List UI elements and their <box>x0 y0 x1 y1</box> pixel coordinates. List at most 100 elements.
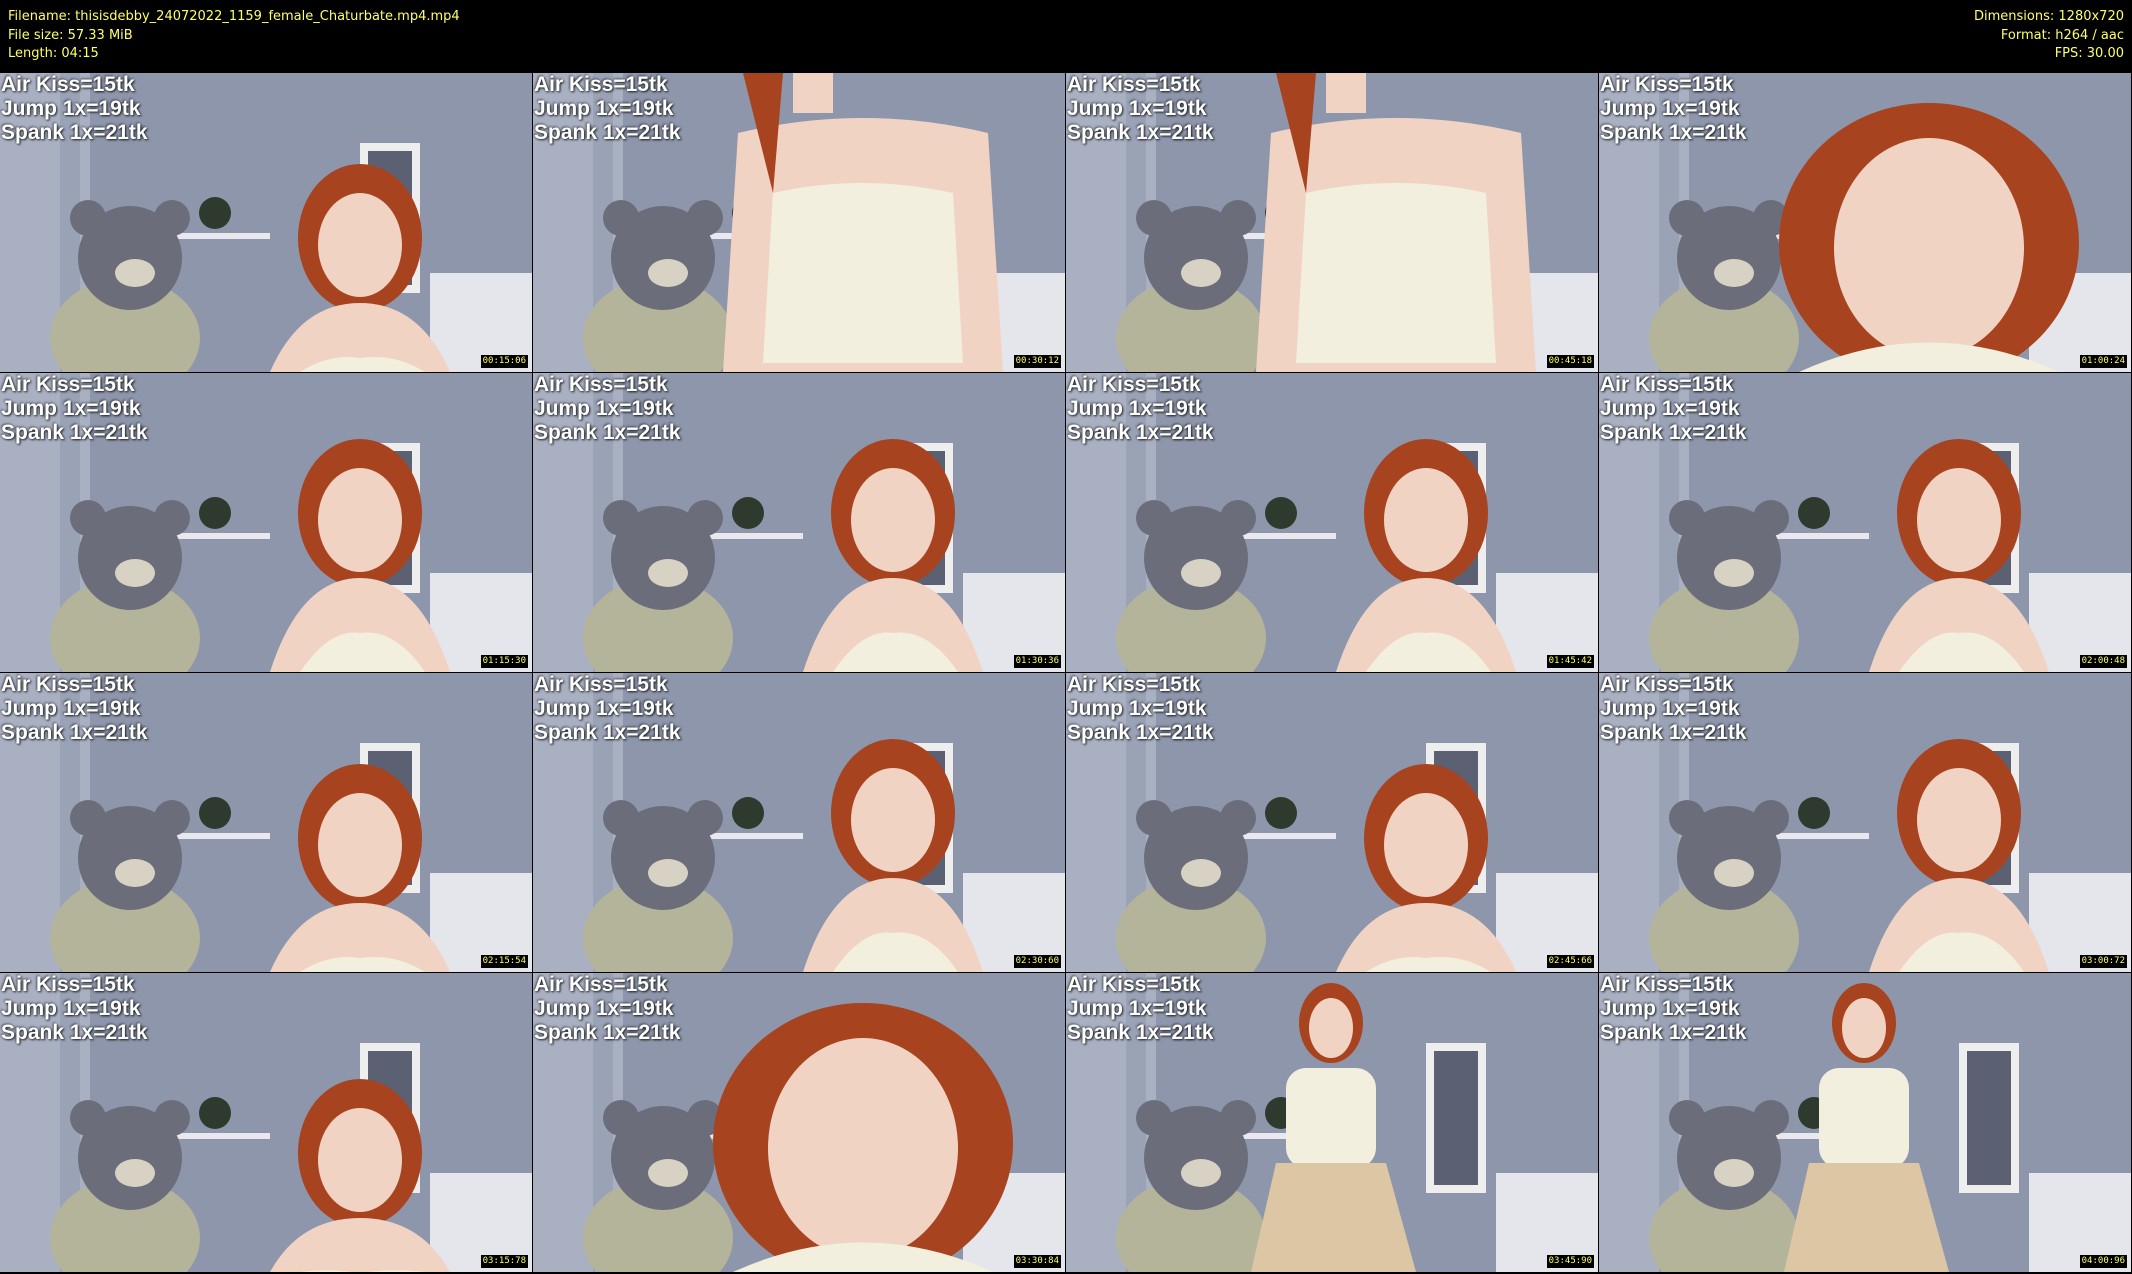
frame-timestamp: 02:00:48 <box>2079 655 2127 668</box>
tip-menu-line: Spank 1x=21tk <box>1067 721 1214 744</box>
tip-menu-line: Air Kiss=15tk <box>1 673 135 696</box>
tip-menu-line: Air Kiss=15tk <box>1067 673 1201 696</box>
tip-menu-line: Air Kiss=15tk <box>1 973 135 996</box>
tip-menu-overlay: Air Kiss=15tk Jump 1x=19tk Spank 1x=21tk <box>1 973 148 1045</box>
tip-menu-overlay: Air Kiss=15tk Jump 1x=19tk Spank 1x=21tk <box>1600 73 1747 145</box>
tip-menu-line: Jump 1x=19tk <box>1600 697 1740 720</box>
tip-menu-line: Spank 1x=21tk <box>1067 421 1214 444</box>
thumbnail-frame[interactable]: Air Kiss=15tk Jump 1x=19tk Spank 1x=21tk 00… <box>533 73 1065 372</box>
tip-menu-line: Air Kiss=15tk <box>1067 73 1201 96</box>
tip-menu-line: Air Kiss=15tk <box>1600 673 1734 696</box>
thumbnail-frame[interactable]: Air Kiss=15tk Jump 1x=19tk Spank 1x=21tk 00… <box>1066 73 1598 372</box>
frame-timestamp: 03:30:84 <box>1013 1255 1061 1268</box>
tip-menu-overlay: Air Kiss=15tk Jump 1x=19tk Spank 1x=21tk <box>1 73 148 145</box>
tip-menu-line: Spank 1x=21tk <box>1600 121 1747 144</box>
tip-menu-line: Spank 1x=21tk <box>1 721 148 744</box>
tip-menu-line: Spank 1x=21tk <box>1067 1021 1214 1044</box>
frame-timestamp: 01:30:36 <box>1013 655 1061 668</box>
frame-timestamp: 02:45:66 <box>1546 955 1594 968</box>
frame-timestamp: 02:30:60 <box>1013 955 1061 968</box>
tip-menu-overlay: Air Kiss=15tk Jump 1x=19tk Spank 1x=21tk <box>534 73 681 145</box>
tip-menu-line: Spank 1x=21tk <box>1600 1021 1747 1044</box>
metadata-header: Filename: thisisdebby_24072022_1159_fema… <box>0 0 2132 72</box>
thumbnail-frame[interactable]: Air Kiss=15tk Jump 1x=19tk Spank 1x=21tk 03… <box>1066 973 1598 1272</box>
thumbnail-frame[interactable]: Air Kiss=15tk Jump 1x=19tk Spank 1x=21tk 02… <box>0 673 532 972</box>
frame-timestamp: 03:00:72 <box>2079 955 2127 968</box>
tip-menu-line: Jump 1x=19tk <box>1067 97 1207 120</box>
tip-menu-line: Jump 1x=19tk <box>1600 397 1740 420</box>
tip-menu-line: Air Kiss=15tk <box>1 73 135 96</box>
frame-timestamp: 00:15:06 <box>480 355 528 368</box>
tip-menu-line: Air Kiss=15tk <box>1600 973 1734 996</box>
thumbnail-frame[interactable]: Air Kiss=15tk Jump 1x=19tk Spank 1x=21tk 02… <box>533 673 1065 972</box>
tip-menu-line: Air Kiss=15tk <box>1067 973 1201 996</box>
frame-timestamp: 01:00:24 <box>2079 355 2127 368</box>
tip-menu-line: Jump 1x=19tk <box>1600 997 1740 1020</box>
thumbnail-frame[interactable]: Air Kiss=15tk Jump 1x=19tk Spank 1x=21tk 01… <box>0 373 532 672</box>
tip-menu-line: Jump 1x=19tk <box>1067 997 1207 1020</box>
tip-menu-overlay: Air Kiss=15tk Jump 1x=19tk Spank 1x=21tk <box>1600 373 1747 445</box>
tip-menu-line: Spank 1x=21tk <box>1 1021 148 1044</box>
tip-menu-overlay: Air Kiss=15tk Jump 1x=19tk Spank 1x=21tk <box>1067 973 1214 1045</box>
dimensions-text: Dimensions: 1280x720 <box>1974 9 2124 24</box>
tip-menu-line: Air Kiss=15tk <box>534 673 668 696</box>
thumbnail-frame[interactable]: Air Kiss=15tk Jump 1x=19tk Spank 1x=21tk 01… <box>533 373 1065 672</box>
contact-sheet: Filename: thisisdebby_24072022_1159_fema… <box>0 0 2132 1274</box>
filesize-text: File size: 57.33 MiB <box>8 27 133 43</box>
tip-menu-line: Spank 1x=21tk <box>1600 421 1747 444</box>
tip-menu-line: Air Kiss=15tk <box>534 973 668 996</box>
tip-menu-line: Spank 1x=21tk <box>1 421 148 444</box>
tip-menu-line: Jump 1x=19tk <box>534 397 674 420</box>
frame-timestamp: 01:45:42 <box>1546 655 1594 668</box>
tip-menu-line: Air Kiss=15tk <box>1 373 135 396</box>
tip-menu-line: Jump 1x=19tk <box>534 697 674 720</box>
tip-menu-overlay: Air Kiss=15tk Jump 1x=19tk Spank 1x=21tk <box>534 373 681 445</box>
tip-menu-overlay: Air Kiss=15tk Jump 1x=19tk Spank 1x=21tk <box>1067 673 1214 745</box>
thumbnail-frame[interactable]: Air Kiss=15tk Jump 1x=19tk Spank 1x=21tk 01… <box>1066 373 1598 672</box>
tip-menu-overlay: Air Kiss=15tk Jump 1x=19tk Spank 1x=21tk <box>1067 373 1214 445</box>
thumbnail-frame[interactable]: Air Kiss=15tk Jump 1x=19tk Spank 1x=21tk 01… <box>1599 73 2131 372</box>
tip-menu-line: Spank 1x=21tk <box>534 1021 681 1044</box>
frame-timestamp: 00:45:18 <box>1546 355 1594 368</box>
frame-timestamp: 02:15:54 <box>480 955 528 968</box>
thumbnail-frame[interactable]: Air Kiss=15tk Jump 1x=19tk Spank 1x=21tk 00… <box>0 73 532 372</box>
tip-menu-line: Air Kiss=15tk <box>1600 373 1734 396</box>
tip-menu-line: Air Kiss=15tk <box>534 373 668 396</box>
thumbnail-frame[interactable]: Air Kiss=15tk Jump 1x=19tk Spank 1x=21tk 04… <box>1599 973 2131 1272</box>
video-info: Dimensions: 1280x720 Format: h264 / aac … <box>1974 8 2124 64</box>
thumbnail-frame[interactable]: Air Kiss=15tk Jump 1x=19tk Spank 1x=21tk 02… <box>1599 373 2131 672</box>
tip-menu-overlay: Air Kiss=15tk Jump 1x=19tk Spank 1x=21tk <box>1600 673 1747 745</box>
tip-menu-line: Jump 1x=19tk <box>534 997 674 1020</box>
tip-menu-line: Spank 1x=21tk <box>1600 721 1747 744</box>
tip-menu-overlay: Air Kiss=15tk Jump 1x=19tk Spank 1x=21tk <box>534 973 681 1045</box>
tip-menu-line: Air Kiss=15tk <box>534 73 668 96</box>
frame-timestamp: 01:15:30 <box>480 655 528 668</box>
tip-menu-line: Jump 1x=19tk <box>1067 697 1207 720</box>
tip-menu-overlay: Air Kiss=15tk Jump 1x=19tk Spank 1x=21tk <box>534 673 681 745</box>
frame-timestamp: 00:30:12 <box>1013 355 1061 368</box>
format-text: Format: h264 / aac <box>2000 27 2124 43</box>
thumbnail-frame[interactable]: Air Kiss=15tk Jump 1x=19tk Spank 1x=21tk 03… <box>533 973 1065 1272</box>
fps-text: FPS: 30.00 <box>2054 46 2124 61</box>
file-info: Filename: thisisdebby_24072022_1159_fema… <box>8 8 460 64</box>
tip-menu-line: Jump 1x=19tk <box>1 997 141 1020</box>
tip-menu-line: Jump 1x=19tk <box>1 397 141 420</box>
tip-menu-line: Spank 1x=21tk <box>534 121 681 144</box>
tip-menu-line: Jump 1x=19tk <box>534 97 674 120</box>
thumbnail-frame[interactable]: Air Kiss=15tk Jump 1x=19tk Spank 1x=21tk 02… <box>1066 673 1598 972</box>
tip-menu-line: Spank 1x=21tk <box>1067 121 1214 144</box>
tip-menu-overlay: Air Kiss=15tk Jump 1x=19tk Spank 1x=21tk <box>1 373 148 445</box>
thumbnail-frame[interactable]: Air Kiss=15tk Jump 1x=19tk Spank 1x=21tk 03… <box>0 973 532 1272</box>
tip-menu-line: Spank 1x=21tk <box>534 721 681 744</box>
tip-menu-line: Jump 1x=19tk <box>1600 97 1740 120</box>
tip-menu-overlay: Air Kiss=15tk Jump 1x=19tk Spank 1x=21tk <box>1600 973 1747 1045</box>
tip-menu-line: Air Kiss=15tk <box>1600 73 1734 96</box>
frame-timestamp: 03:15:78 <box>480 1255 528 1268</box>
tip-menu-overlay: Air Kiss=15tk Jump 1x=19tk Spank 1x=21tk <box>1 673 148 745</box>
thumbnail-grid: Air Kiss=15tk Jump 1x=19tk Spank 1x=21tk 00… <box>0 73 2132 1274</box>
filename-text: Filename: thisisdebby_24072022_1159_fema… <box>8 9 460 24</box>
thumbnail-frame[interactable]: Air Kiss=15tk Jump 1x=19tk Spank 1x=21tk 03… <box>1599 673 2131 972</box>
frame-timestamp: 03:45:90 <box>1546 1255 1594 1268</box>
frame-timestamp: 04:00:96 <box>2079 1255 2127 1268</box>
tip-menu-line: Spank 1x=21tk <box>534 421 681 444</box>
